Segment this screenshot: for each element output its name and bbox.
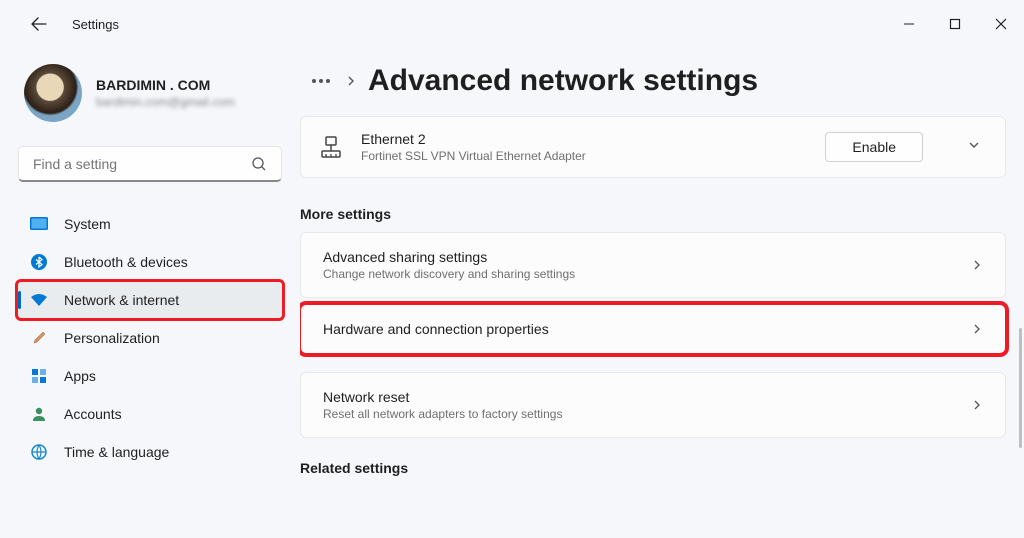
profile-email: bardimin.com@gmail.com xyxy=(96,95,235,109)
setting-text: Hardware and connection properties xyxy=(323,321,971,337)
profile-text: BARDIMIN . COM bardimin.com@gmail.com xyxy=(96,77,235,109)
setting-advanced-sharing[interactable]: Advanced sharing settings Change network… xyxy=(300,232,1006,298)
sidebar-item-label: Time & language xyxy=(64,444,169,460)
sidebar-item-label: Bluetooth & devices xyxy=(64,254,188,270)
chevron-right-icon xyxy=(971,259,983,271)
breadcrumb-more-button[interactable] xyxy=(308,79,334,83)
sidebar-item-label: Apps xyxy=(64,368,96,384)
sidebar-item-system[interactable]: System xyxy=(18,206,282,242)
setting-title: Hardware and connection properties xyxy=(323,321,971,337)
close-icon xyxy=(995,18,1007,30)
arrow-left-icon xyxy=(31,16,47,32)
breadcrumb-row: Advanced network settings xyxy=(300,64,1006,98)
sidebar-item-personalization[interactable]: Personalization xyxy=(18,320,282,356)
more-settings-heading: More settings xyxy=(300,206,1006,222)
setting-title: Advanced sharing settings xyxy=(323,249,971,265)
maximize-button[interactable] xyxy=(932,8,978,40)
search-icon xyxy=(251,156,267,172)
window-title: Settings xyxy=(72,17,119,32)
close-button[interactable] xyxy=(978,8,1024,40)
person-icon xyxy=(30,405,48,423)
related-settings-heading: Related settings xyxy=(300,460,1006,476)
setting-hardware-properties[interactable]: Hardware and connection properties xyxy=(300,304,1006,354)
sidebar-item-time-language[interactable]: Time & language xyxy=(18,434,282,470)
adapter-name: Ethernet 2 xyxy=(361,131,807,147)
wifi-icon xyxy=(30,291,48,309)
adapter-text: Ethernet 2 Fortinet SSL VPN Virtual Ethe… xyxy=(361,131,807,163)
setting-network-reset[interactable]: Network reset Reset all network adapters… xyxy=(300,372,1006,438)
window-controls xyxy=(886,8,1024,40)
expand-button[interactable] xyxy=(961,138,987,157)
profile-name: BARDIMIN . COM xyxy=(96,77,235,93)
maximize-icon xyxy=(949,18,961,30)
sidebar-item-apps[interactable]: Apps xyxy=(18,358,282,394)
sidebar-item-label: Accounts xyxy=(64,406,122,422)
main-content: Advanced network settings Ethernet 2 For… xyxy=(300,48,1024,538)
chevron-right-icon xyxy=(346,76,356,86)
ethernet-icon xyxy=(319,135,343,159)
bluetooth-icon xyxy=(30,253,48,271)
chevron-right-icon xyxy=(971,399,983,411)
chevron-down-icon xyxy=(967,138,981,152)
search-box[interactable] xyxy=(18,146,282,182)
sidebar-item-label: System xyxy=(64,216,111,232)
page-title: Advanced network settings xyxy=(368,64,758,98)
back-button[interactable] xyxy=(30,15,48,33)
scrollbar-thumb[interactable] xyxy=(1019,328,1022,448)
minimize-button[interactable] xyxy=(886,8,932,40)
sidebar-item-label: Network & internet xyxy=(64,292,179,308)
sidebar-item-label: Personalization xyxy=(64,330,160,346)
profile-block[interactable]: BARDIMIN . COM bardimin.com@gmail.com xyxy=(18,60,282,140)
setting-text: Advanced sharing settings Change network… xyxy=(323,249,971,281)
globe-icon xyxy=(30,443,48,461)
titlebar: Settings xyxy=(0,0,1024,48)
nav-list: System Bluetooth & devices Network & int… xyxy=(18,206,282,470)
sidebar-item-bluetooth[interactable]: Bluetooth & devices xyxy=(18,244,282,280)
layout: BARDIMIN . COM bardimin.com@gmail.com Sy… xyxy=(0,48,1024,538)
adapter-card[interactable]: Ethernet 2 Fortinet SSL VPN Virtual Ethe… xyxy=(300,116,1006,178)
setting-sub: Change network discovery and sharing set… xyxy=(323,267,971,281)
adapter-desc: Fortinet SSL VPN Virtual Ethernet Adapte… xyxy=(361,149,807,163)
system-icon xyxy=(30,215,48,233)
setting-text: Network reset Reset all network adapters… xyxy=(323,389,971,421)
sidebar-item-network[interactable]: Network & internet xyxy=(18,282,282,318)
apps-icon xyxy=(30,367,48,385)
sidebar: BARDIMIN . COM bardimin.com@gmail.com Sy… xyxy=(0,48,300,538)
titlebar-left: Settings xyxy=(30,15,119,33)
setting-title: Network reset xyxy=(323,389,971,405)
search-input[interactable] xyxy=(33,156,251,172)
sidebar-item-accounts[interactable]: Accounts xyxy=(18,396,282,432)
avatar xyxy=(24,64,82,122)
enable-button[interactable]: Enable xyxy=(825,132,923,162)
chevron-right-icon xyxy=(971,323,983,335)
setting-sub: Reset all network adapters to factory se… xyxy=(323,407,971,421)
minimize-icon xyxy=(903,18,915,30)
brush-icon xyxy=(30,329,48,347)
